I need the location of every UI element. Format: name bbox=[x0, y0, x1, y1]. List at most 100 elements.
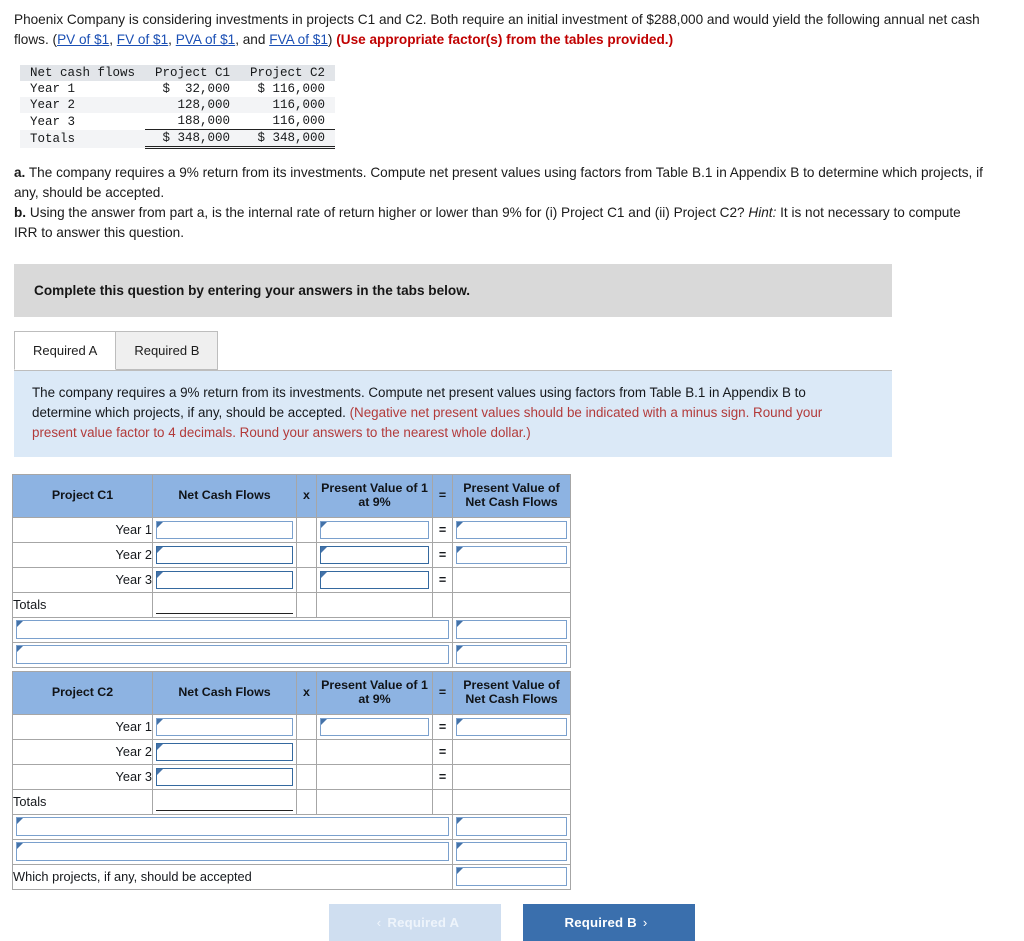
table-row: Year 1 $ 32,000 $ 116,000 bbox=[20, 81, 335, 97]
year-2-c1-value: 128,000 bbox=[145, 97, 241, 114]
c2-year-1-factor-cell[interactable] bbox=[316, 713, 433, 740]
table-row-totals: Totals bbox=[12, 788, 571, 815]
c1-totals-ncf-cell bbox=[152, 591, 297, 618]
c1-totals-pv-cell bbox=[452, 591, 571, 618]
c2-span-row-1-value-input[interactable] bbox=[456, 817, 567, 837]
header-project-c2: Project C2 bbox=[240, 65, 336, 82]
c2-year-1-ncf-cell[interactable] bbox=[152, 713, 297, 740]
c1-year-2-factor-input[interactable] bbox=[320, 545, 429, 564]
c1-year-3-factor-input[interactable] bbox=[320, 570, 429, 589]
c1-span-row-1-value-cell[interactable] bbox=[452, 616, 571, 643]
header-net-cash-flows: Net cash flows bbox=[20, 65, 146, 82]
tab-strip: Required A Required B bbox=[14, 331, 1024, 371]
table-row-span bbox=[12, 641, 571, 668]
year-3-c1-value: 188,000 bbox=[177, 114, 231, 129]
c2-year-2-ncf-input[interactable] bbox=[156, 742, 293, 761]
table-row-totals: Totals $ 348,000 $ 348,000 bbox=[20, 129, 336, 150]
year-1-c2-value: $ 116,000 bbox=[257, 82, 326, 97]
tab-required-b[interactable]: Required B bbox=[115, 331, 219, 371]
c2-totals-pv-cell bbox=[452, 788, 571, 815]
grid-header-row: Project C2 Net Cash Flows x Present Valu… bbox=[12, 670, 571, 715]
c2-year-2-factor-cell bbox=[316, 738, 433, 765]
c1-year-1-factor-cell[interactable] bbox=[316, 516, 433, 543]
c1-totals-equals bbox=[432, 591, 453, 618]
c1-year-2-factor-cell[interactable] bbox=[316, 541, 433, 568]
c1-year-2-ncf-cell[interactable] bbox=[152, 541, 297, 568]
c2-span-row-2-label-input[interactable] bbox=[16, 842, 449, 862]
c1-net-present-value-input[interactable] bbox=[456, 645, 567, 665]
link-pva-of-1[interactable]: PVA of $1 bbox=[176, 32, 235, 47]
net-cash-flows-table-wrapper: Net cash flows Project C1 Project C2 Yea… bbox=[20, 65, 1024, 150]
link-pv-of-1[interactable]: PV of $1 bbox=[57, 32, 109, 47]
answer-grid-project-c2-wrapper: Project C2 Net Cash Flows x Present Valu… bbox=[12, 670, 1024, 890]
c2-row-label-year-1: Year 1 bbox=[12, 713, 153, 740]
c1-year-1-ncf-cell[interactable] bbox=[152, 516, 297, 543]
c1-year-3-ncf-cell[interactable] bbox=[152, 566, 297, 593]
c1-year-3-ncf-input[interactable] bbox=[156, 570, 293, 589]
c1-year-2-equals: = bbox=[432, 541, 453, 568]
c1-year-2-pv-input[interactable] bbox=[456, 545, 567, 564]
complete-question-banner: Complete this question by entering your … bbox=[14, 264, 892, 318]
c1-year-2-ncf-input[interactable] bbox=[156, 545, 293, 564]
c2-totals-equals bbox=[432, 788, 453, 815]
c2-year-1-pv-cell[interactable] bbox=[452, 713, 571, 740]
table-row-final-question: Which projects, if any, should be accept… bbox=[12, 863, 571, 890]
c1-year-1-factor-input[interactable] bbox=[320, 520, 429, 539]
c2-year-1-pv-input[interactable] bbox=[456, 717, 567, 736]
which-projects-accepted-cell[interactable] bbox=[452, 863, 571, 890]
c1-span-row-1-label-cell[interactable] bbox=[12, 616, 453, 643]
c2-span-row-1-value-cell[interactable] bbox=[452, 813, 571, 840]
question-a-marker: a. bbox=[14, 165, 26, 181]
c1-span-row-1-label-input[interactable] bbox=[16, 620, 449, 640]
link-fv-of-1[interactable]: FV of $1 bbox=[117, 32, 168, 47]
c2-totals-ncf-cell bbox=[152, 788, 297, 815]
table-header-row: Net cash flows Project C1 Project C2 bbox=[20, 65, 336, 82]
c2-year-2-ncf-cell[interactable] bbox=[152, 738, 297, 765]
row-label-totals: Totals bbox=[20, 129, 146, 148]
c2-year-1-factor-input[interactable] bbox=[320, 717, 429, 736]
year-2-c2-value: 116,000 bbox=[240, 97, 336, 114]
c1-year-1-pv-cell[interactable] bbox=[452, 516, 571, 543]
c2-span-row-2-value-cell[interactable] bbox=[452, 838, 571, 865]
c1-year-3-factor-cell[interactable] bbox=[316, 566, 433, 593]
which-projects-accepted-input[interactable] bbox=[456, 867, 567, 887]
c2-span-row-1-label-input[interactable] bbox=[16, 817, 449, 837]
prev-required-a-button[interactable]: ‹ Required A bbox=[329, 903, 501, 941]
grid-header-net-cash-flows: Net Cash Flows bbox=[152, 473, 297, 518]
c2-span-row-1-label-cell[interactable] bbox=[12, 813, 453, 840]
question-requirements: a. The company requires a 9% return from… bbox=[0, 149, 1024, 242]
question-b-marker: b. bbox=[14, 204, 27, 220]
link-fva-of-1[interactable]: FVA of $1 bbox=[269, 32, 328, 47]
next-required-b-button[interactable]: Required B › bbox=[523, 903, 695, 941]
c1-span-row-2-label-cell[interactable] bbox=[12, 641, 453, 668]
tab-required-a[interactable]: Required A bbox=[14, 331, 117, 371]
c1-year-2-pv-cell[interactable] bbox=[452, 541, 571, 568]
c2-span-row-2-label-cell[interactable] bbox=[12, 838, 453, 865]
table-row-span bbox=[12, 616, 571, 643]
c2-year-3-multiply bbox=[296, 763, 317, 790]
c1-year-1-ncf-input[interactable] bbox=[156, 520, 293, 539]
c2-year-3-pv-cell bbox=[452, 763, 571, 790]
c2-year-3-ncf-input[interactable] bbox=[156, 767, 293, 786]
row-label-year-2: Year 2 bbox=[20, 97, 146, 114]
c2-net-present-value-input[interactable] bbox=[456, 842, 567, 862]
c2-year-3-ncf-cell[interactable] bbox=[152, 763, 297, 790]
c2-year-1-multiply bbox=[296, 713, 317, 740]
c1-span-row-2-value-cell[interactable] bbox=[452, 641, 571, 668]
c2-year-1-ncf-input[interactable] bbox=[156, 717, 293, 736]
c2-totals-ncf-value bbox=[156, 793, 293, 811]
table-row-span bbox=[12, 838, 571, 865]
table-row: Year 1 = bbox=[12, 516, 571, 543]
c2-row-label-year-2: Year 2 bbox=[12, 738, 153, 765]
c2-year-3-equals: = bbox=[432, 763, 453, 790]
c1-totals-factor-cell bbox=[316, 591, 433, 618]
grid-header-pv-factor: Present Value of 1 at 9% bbox=[316, 473, 433, 518]
c1-year-1-multiply bbox=[296, 516, 317, 543]
c1-year-1-pv-input[interactable] bbox=[456, 520, 567, 539]
c1-span-row-2-label-input[interactable] bbox=[16, 645, 449, 665]
intro-sep-2: , bbox=[168, 31, 176, 47]
c1-span-row-1-value-input[interactable] bbox=[456, 620, 567, 640]
c1-year-3-multiply bbox=[296, 566, 317, 593]
year-1-c1-value: $ 32,000 bbox=[162, 82, 231, 97]
table-row: Year 2 = bbox=[12, 738, 571, 765]
